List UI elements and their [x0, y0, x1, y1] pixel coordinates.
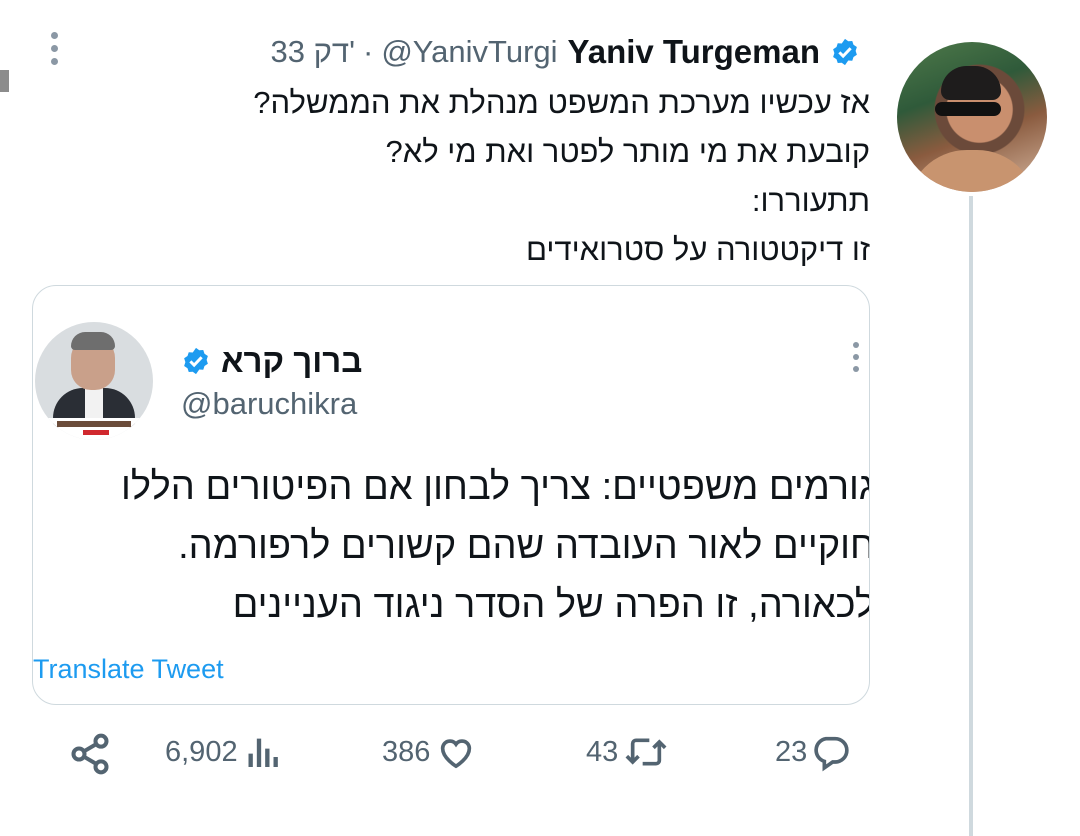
quoted-line: לכאורה, זו הפרה של הסדר ניגוד העניינים	[232, 584, 870, 626]
like-button[interactable]: 386	[382, 732, 478, 772]
quoted-tweet-text: גורמים משפטיים: צריך לבחון אם הפיטורים ה…	[33, 458, 870, 635]
views-icon	[248, 738, 278, 767]
quoted-line: גורמים משפטיים: צריך לבחון אם הפיטורים ה…	[121, 466, 870, 508]
share-icon	[71, 733, 109, 775]
tweet-line: זו דיקטטורה על סטרואידים	[525, 232, 870, 267]
quoted-tweet-card[interactable]: ברוך קרא @baruchikra גורמים משפטיים: צרי…	[32, 285, 870, 705]
retweet-count: 43	[586, 735, 619, 768]
like-count: 386	[382, 735, 431, 768]
heart-icon	[441, 739, 472, 769]
author-name[interactable]: Yaniv Turgeman	[568, 33, 820, 71]
reply-button[interactable]: 23	[775, 732, 851, 772]
reply-count: 23	[775, 735, 808, 768]
quoted-author-name[interactable]: ברוך קרא	[221, 342, 362, 380]
tweet-line: תתעוררו:	[751, 183, 870, 218]
tweet-line: קובעת את מי מותר לפטר ואת מי לא?	[385, 134, 871, 169]
author-handle[interactable]: @YanivTurgi	[381, 34, 557, 70]
quoted-name-row: ברוך קרא	[181, 342, 362, 380]
retweet-icon	[625, 738, 667, 766]
verified-badge-icon	[184, 347, 208, 375]
action-bar: 23 43 386 6,902	[0, 732, 1080, 792]
quoted-line: חוקיים לאור העובדה שהם קשורים לרפורמה.	[178, 525, 870, 567]
more-vertical-icon[interactable]	[44, 32, 64, 72]
tweet-text: אז עכשיו מערכת המשפט מנהלת את הממשלה? קו…	[70, 78, 870, 274]
more-vertical-icon[interactable]	[849, 342, 863, 382]
quoted-author-handle[interactable]: @baruchikra	[181, 386, 357, 422]
views-count: 6,902	[165, 735, 238, 768]
share-button[interactable]	[68, 732, 112, 776]
author-avatar[interactable]	[897, 42, 1047, 192]
tweet-time[interactable]: 33 דק'	[271, 34, 356, 70]
tweet-line: אז עכשיו מערכת המשפט מנהלת את הממשלה?	[253, 85, 870, 120]
tweet-header: 33 דק' · @YanivTurgi Yaniv Turgeman	[271, 30, 861, 74]
reply-icon	[814, 736, 849, 772]
verified-badge-icon	[833, 38, 857, 66]
views-button[interactable]: 6,902	[165, 732, 284, 772]
scrollbar-edge[interactable]	[0, 70, 9, 92]
retweet-button[interactable]: 43	[586, 732, 670, 772]
translate-tweet-link[interactable]: Translate Tweet	[33, 654, 224, 685]
header-separator: ·	[363, 34, 374, 69]
quoted-author-avatar[interactable]	[35, 322, 153, 440]
